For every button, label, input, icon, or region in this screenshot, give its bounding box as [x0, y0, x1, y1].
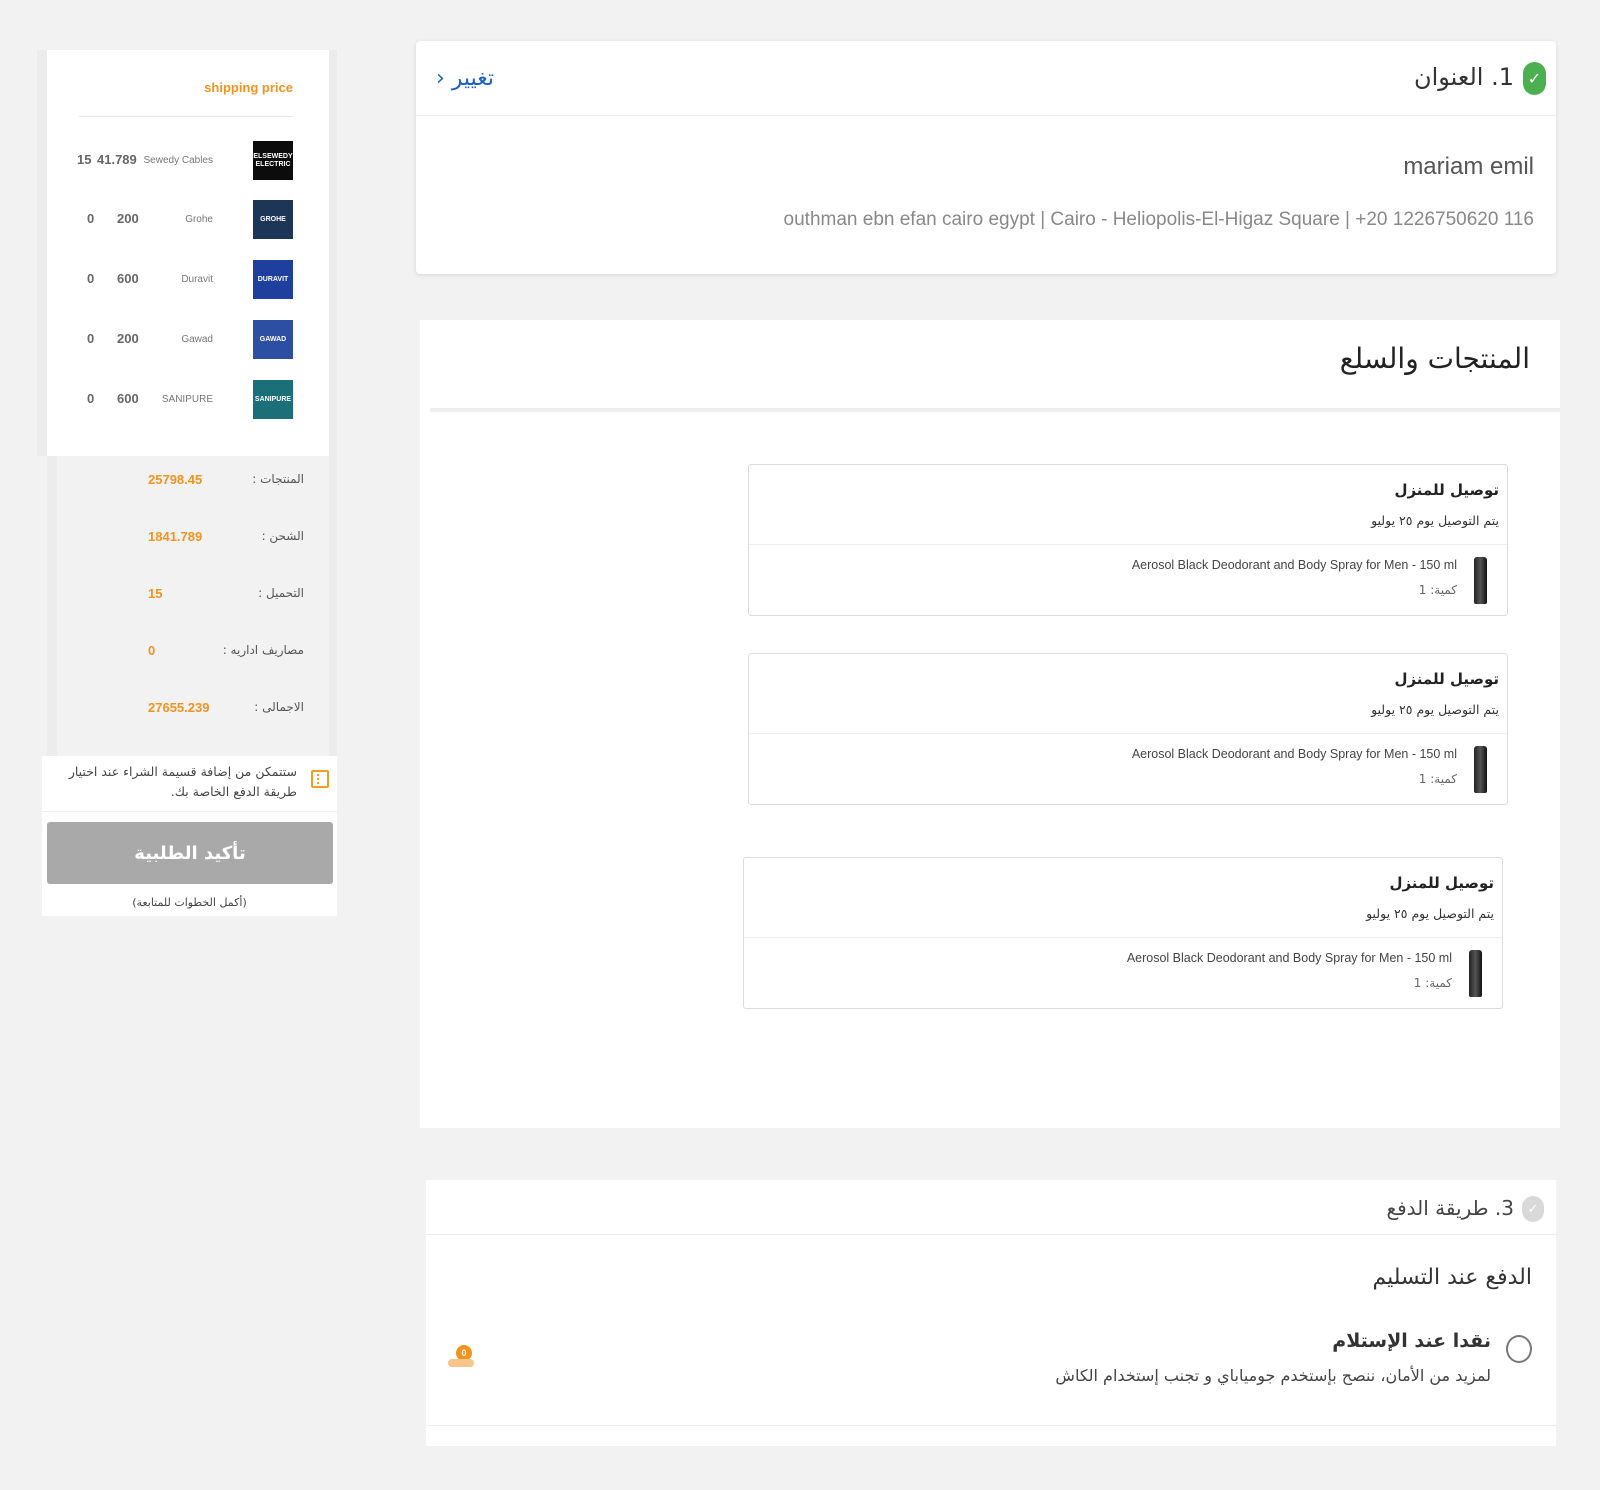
- brand-price: 600: [117, 271, 139, 286]
- shipment-card: توصيل للمنزل يتم التوصيل يوم ٢٥ يوليو Ae…: [748, 464, 1508, 616]
- shipment-title: توصيل للمنزل: [1394, 481, 1499, 499]
- brand-price: 200: [117, 211, 139, 226]
- product-name[interactable]: Aerosol Black Deodorant and Body Spray f…: [1127, 951, 1452, 965]
- product-name[interactable]: Aerosol Black Deodorant and Body Spray f…: [1132, 558, 1457, 572]
- brand-name: Gawad: [181, 334, 213, 345]
- payment-option-description: لمزيد من الأمان، ننصح بإستخدم جومياباي و…: [1055, 1366, 1491, 1385]
- total-value: 15: [148, 586, 163, 601]
- divider: [744, 937, 1502, 938]
- confirm-order-button[interactable]: تأكيد الطلبية: [47, 822, 333, 884]
- address-step-title: 1. العنوان: [1413, 63, 1514, 91]
- brand-row: GAWAD Gawad 200 0: [77, 320, 293, 360]
- total-label: المنتجات :: [252, 472, 304, 486]
- divider: [430, 408, 1560, 412]
- address-step: ✓ 1. العنوان تغيير ‹ mariam emil outhman…: [416, 41, 1556, 274]
- payment-section-title: الدفع عند التسليم: [1372, 1265, 1532, 1290]
- total-row-loading: التحميل : 15: [57, 584, 329, 604]
- brand-price: 200: [117, 331, 139, 346]
- brand-fee: 0: [87, 331, 95, 346]
- product-image: [1469, 950, 1482, 997]
- product-image: [1474, 746, 1487, 793]
- total-value: 0: [148, 643, 156, 658]
- shipment-card: توصيل للمنزل يتم التوصيل يوم ٢٥ يوليو Ae…: [748, 653, 1508, 805]
- payment-option-label[interactable]: نقدا عند الإستلام: [1332, 1330, 1491, 1352]
- products-title: المنتجات والسلع: [1339, 342, 1530, 375]
- shipment-title: توصيل للمنزل: [1394, 670, 1499, 688]
- brand-logo: DURAVIT: [253, 260, 293, 299]
- brand-row: ELSEWEDY ELECTRIC Sewedy Cables 41.789 1…: [77, 141, 293, 181]
- payment-header: ✓ 3. طريقة الدفع: [426, 1180, 1556, 1235]
- change-address-link[interactable]: تغيير ‹: [436, 66, 494, 91]
- products-section: المنتجات والسلع توصيل للمنزل يتم التوصيل…: [420, 320, 1560, 1128]
- brand-fee: 0: [87, 271, 95, 286]
- brand-logo: GROHE: [253, 200, 293, 239]
- brand-logo: GAWAD: [253, 320, 293, 359]
- brand-row: GROHE Grohe 200 0: [77, 200, 293, 240]
- voucher-icon: [311, 770, 329, 788]
- address-header: ✓ 1. العنوان تغيير ‹: [416, 41, 1556, 116]
- divider: [79, 116, 293, 117]
- confirm-section: تأكيد الطلبية (أكمل الخطوات للمتابعة): [42, 812, 337, 916]
- divider: [426, 1425, 1556, 1426]
- brand-name: SANIPURE: [161, 394, 213, 405]
- brand-name: Duravit: [181, 274, 213, 285]
- shipment-date: يتم التوصيل يوم ٢٥ يوليو: [1366, 906, 1494, 921]
- product-name[interactable]: Aerosol Black Deodorant and Body Spray f…: [1132, 747, 1457, 761]
- brand-row: DURAVIT Duravit 600 0: [77, 260, 293, 300]
- brand-price: 41.789: [97, 152, 137, 167]
- product-image: [1474, 557, 1487, 604]
- check-icon: ✓: [1522, 1196, 1544, 1222]
- check-icon: ✓: [1523, 62, 1546, 95]
- total-row-shipping: الشحن : 1841.789: [57, 527, 329, 547]
- brand-name: Sewedy Cables: [143, 155, 213, 166]
- voucher-note: ستتمكن من إضافة قسيمة الشراء عند اختيار …: [42, 756, 337, 812]
- cash-coin-icon: 0: [448, 1345, 474, 1371]
- order-totals: المنتجات : 25798.45 الشحن : 1841.789 الت…: [47, 456, 337, 756]
- divider: [749, 733, 1507, 734]
- total-value: 1841.789: [148, 529, 203, 544]
- total-label: مصاريف اداريه :: [222, 643, 304, 657]
- total-row-grand-total: الاجمالى : 27655.239: [57, 698, 329, 718]
- total-label: التحميل :: [258, 586, 304, 600]
- brand-fee: 0: [87, 391, 95, 406]
- payment-step: ✓ 3. طريقة الدفع الدفع عند التسليم نقدا …: [426, 1180, 1556, 1446]
- product-quantity: كمية: 1: [1413, 976, 1452, 990]
- brand-fee: 15: [77, 152, 92, 167]
- confirm-hint: (أكمل الخطوات للمتابعة): [132, 896, 247, 909]
- shipment-date: يتم التوصيل يوم ٢٥ يوليو: [1371, 702, 1499, 717]
- total-row-admin-fees: مصاريف اداريه : 0: [57, 641, 329, 661]
- brand-row: SANIPURE SANIPURE 600 0: [77, 380, 293, 420]
- coin-hand: [448, 1359, 474, 1367]
- shipping-price-panel: shipping price ELSEWEDY ELECTRIC Sewedy …: [37, 50, 337, 456]
- total-row-products: المنتجات : 25798.45: [57, 470, 329, 490]
- brand-price: 600: [117, 391, 139, 406]
- total-label: الشحن :: [261, 529, 304, 543]
- brand-fee: 0: [87, 211, 95, 226]
- address-name: mariam emil: [1403, 153, 1534, 180]
- product-quantity: كمية: 1: [1418, 772, 1457, 786]
- brand-logo: SANIPURE: [253, 380, 293, 419]
- brand-logo: ELSEWEDY ELECTRIC: [253, 141, 293, 180]
- shipping-price-title: shipping price: [204, 80, 293, 95]
- voucher-note-text: ستتمكن من إضافة قسيمة الشراء عند اختيار …: [68, 764, 297, 799]
- cash-on-delivery-radio[interactable]: [1506, 1335, 1532, 1363]
- shipment-card: توصيل للمنزل يتم التوصيل يوم ٢٥ يوليو Ae…: [743, 857, 1503, 1009]
- shipment-date: يتم التوصيل يوم ٢٥ يوليو: [1371, 513, 1499, 528]
- brand-name: Grohe: [185, 214, 213, 225]
- total-value: 27655.239: [148, 700, 210, 715]
- shipment-title: توصيل للمنزل: [1389, 874, 1494, 892]
- divider: [749, 544, 1507, 545]
- product-quantity: كمية: 1: [1418, 583, 1457, 597]
- total-value: 25798.45: [148, 472, 203, 487]
- payment-step-title: 3. طريقة الدفع: [1386, 1196, 1514, 1220]
- total-label: الاجمالى :: [254, 700, 304, 714]
- address-line: outhman ebn efan cairo egypt | Cairo - H…: [783, 209, 1534, 230]
